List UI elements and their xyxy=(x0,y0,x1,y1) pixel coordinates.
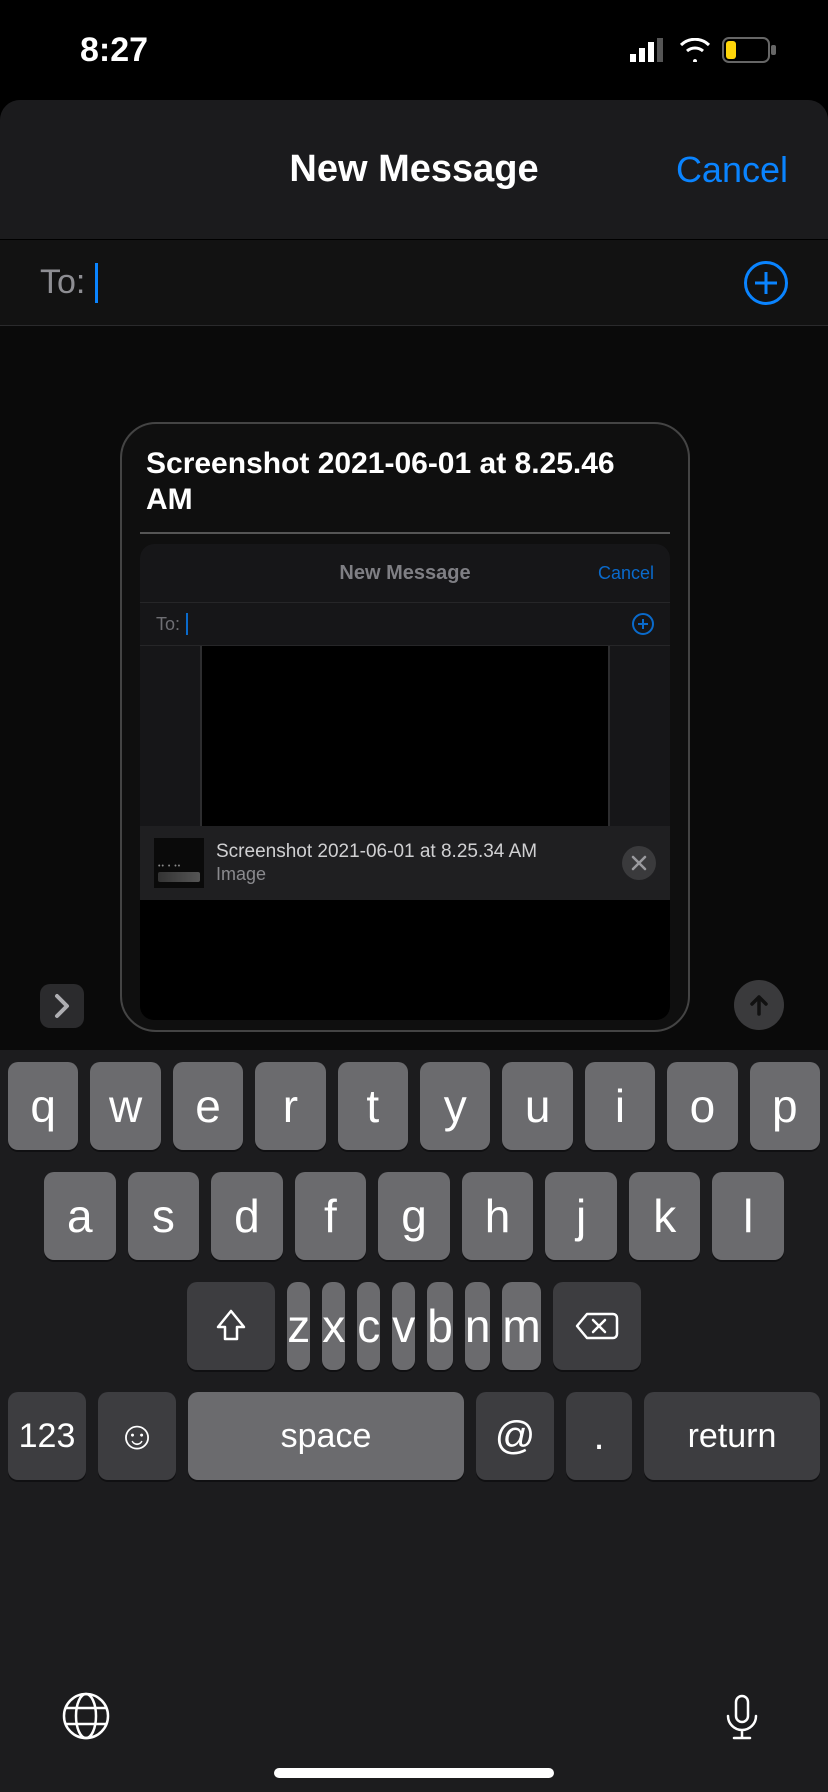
globe-icon xyxy=(60,1690,112,1742)
shift-key[interactable] xyxy=(187,1282,275,1370)
inner-add-icon xyxy=(632,613,654,635)
at-key[interactable]: @ xyxy=(476,1392,554,1480)
key-n[interactable]: n xyxy=(465,1282,491,1370)
emoji-icon: ☺ xyxy=(117,1414,158,1459)
keyboard-row-4: 123 ☺ space @ . return xyxy=(8,1392,820,1480)
to-cursor xyxy=(95,263,98,303)
key-c[interactable]: c xyxy=(357,1282,380,1370)
chevron-right-icon xyxy=(53,992,71,1020)
attachment-divider xyxy=(140,532,670,534)
key-f[interactable]: f xyxy=(295,1172,367,1260)
space-key[interactable]: space xyxy=(188,1392,464,1480)
inner-thumbnail: •• • •• xyxy=(154,838,204,888)
keyboard: qwertyuiop asdfghjkl zxcvbnm 123 ☺ space… xyxy=(0,1050,828,1792)
inner-body xyxy=(200,646,610,826)
key-j[interactable]: j xyxy=(545,1172,617,1260)
key-r[interactable]: r xyxy=(255,1062,325,1150)
compose-sheet: New Message Cancel To: Screenshot 2021-0… xyxy=(0,100,828,1050)
key-s[interactable]: s xyxy=(128,1172,200,1260)
inner-title: New Message xyxy=(339,562,470,585)
dictation-button[interactable] xyxy=(716,1690,768,1747)
numbers-key[interactable]: 123 xyxy=(8,1392,86,1480)
delete-icon xyxy=(575,1310,619,1342)
keyboard-row-3: zxcvbnm xyxy=(8,1282,820,1370)
key-k[interactable]: k xyxy=(629,1172,701,1260)
inner-to-label: To: xyxy=(156,614,180,635)
status-bar: 8:27 xyxy=(0,0,828,100)
inner-header: New Message Cancel xyxy=(140,544,670,602)
key-m[interactable]: m xyxy=(502,1282,540,1370)
key-y[interactable]: y xyxy=(420,1062,490,1150)
inner-redacted xyxy=(140,900,670,1020)
sheet-title: New Message xyxy=(289,148,538,191)
key-h[interactable]: h xyxy=(462,1172,534,1260)
sheet-header: New Message Cancel xyxy=(0,100,828,240)
mic-icon xyxy=(716,1690,768,1742)
home-indicator[interactable] xyxy=(274,1768,554,1778)
key-t[interactable]: t xyxy=(338,1062,408,1150)
key-p[interactable]: p xyxy=(750,1062,820,1150)
status-icons xyxy=(630,37,778,63)
attachment-bubble[interactable]: Screenshot 2021-06-01 at 8.25.46 AM New … xyxy=(120,422,690,1032)
send-button[interactable] xyxy=(734,980,784,1030)
emoji-key[interactable]: ☺ xyxy=(98,1392,176,1480)
inner-to-cursor xyxy=(186,613,188,635)
key-d[interactable]: d xyxy=(211,1172,283,1260)
key-x[interactable]: x xyxy=(322,1282,345,1370)
compose-body[interactable]: Screenshot 2021-06-01 at 8.25.46 AM New … xyxy=(0,326,828,1050)
key-q[interactable]: q xyxy=(8,1062,78,1150)
key-e[interactable]: e xyxy=(173,1062,243,1150)
key-l[interactable]: l xyxy=(712,1172,784,1260)
cellular-icon xyxy=(630,38,668,62)
globe-button[interactable] xyxy=(60,1690,112,1747)
key-v[interactable]: v xyxy=(392,1282,415,1370)
attachment-title: Screenshot 2021-06-01 at 8.25.46 AM xyxy=(122,424,688,532)
dot-key[interactable]: . xyxy=(566,1392,632,1480)
inner-attachment-strip: •• • •• Screenshot 2021-06-01 at 8.25.34… xyxy=(140,826,670,900)
inner-attachment-type: Image xyxy=(216,864,610,886)
to-field-row[interactable]: To: xyxy=(0,240,828,326)
status-time: 8:27 xyxy=(80,31,148,70)
to-label: To: xyxy=(40,263,85,302)
key-i[interactable]: i xyxy=(585,1062,655,1150)
expand-button[interactable] xyxy=(40,984,84,1028)
inner-attachment-name: Screenshot 2021-06-01 at 8.25.34 AM xyxy=(216,841,610,864)
key-a[interactable]: a xyxy=(44,1172,116,1260)
return-key[interactable]: return xyxy=(644,1392,820,1480)
cancel-button[interactable]: Cancel xyxy=(676,149,788,191)
inner-to-row: To: xyxy=(140,602,670,646)
key-w[interactable]: w xyxy=(90,1062,160,1150)
keyboard-row-2: asdfghjkl xyxy=(8,1172,820,1260)
key-o[interactable]: o xyxy=(667,1062,737,1150)
wifi-icon xyxy=(678,38,712,62)
add-contact-button[interactable] xyxy=(744,261,788,305)
keyboard-footer xyxy=(0,1678,828,1758)
arrow-up-icon xyxy=(746,992,772,1018)
key-u[interactable]: u xyxy=(502,1062,572,1150)
keyboard-row-1: qwertyuiop xyxy=(8,1062,820,1150)
key-z[interactable]: z xyxy=(287,1282,310,1370)
inner-close-icon xyxy=(622,846,656,880)
attachment-preview: New Message Cancel To: •• • •• xyxy=(140,544,670,1020)
shift-icon xyxy=(212,1307,250,1345)
key-g[interactable]: g xyxy=(378,1172,450,1260)
battery-icon xyxy=(722,37,778,63)
key-b[interactable]: b xyxy=(427,1282,453,1370)
delete-key[interactable] xyxy=(553,1282,641,1370)
inner-cancel: Cancel xyxy=(598,563,654,584)
